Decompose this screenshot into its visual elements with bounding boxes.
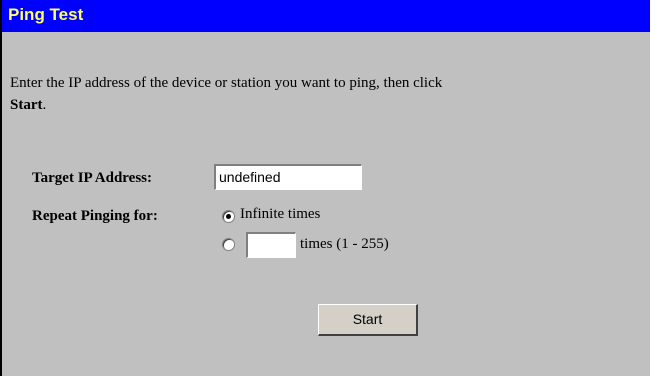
page-header: Ping Test xyxy=(2,0,650,32)
target-ip-label: Target IP Address: xyxy=(32,170,153,186)
target-ip-input[interactable]: undefined xyxy=(214,164,362,190)
instructions-body: Enter the IP address of the device or st… xyxy=(10,75,443,91)
radio-selected-dot xyxy=(226,214,231,219)
repeat-count-range-label: times (1 - 255) xyxy=(300,236,389,252)
infinite-times-label: Infinite times xyxy=(240,206,321,222)
instructions-period: . xyxy=(42,97,47,113)
page-title: Ping Test xyxy=(8,5,84,24)
custom-times-radio[interactable] xyxy=(222,238,235,251)
instructions-text: Enter the IP address of the device or st… xyxy=(10,72,610,116)
repeat-count-input[interactable] xyxy=(246,232,296,258)
ping-test-panel: Ping Test Enter the IP address of the de… xyxy=(0,0,650,376)
infinite-times-radio[interactable] xyxy=(222,210,235,223)
start-button[interactable]: Start xyxy=(318,304,418,336)
repeat-pinging-label: Repeat Pinging for: xyxy=(32,208,158,224)
instructions-start-word: Start xyxy=(10,97,43,113)
